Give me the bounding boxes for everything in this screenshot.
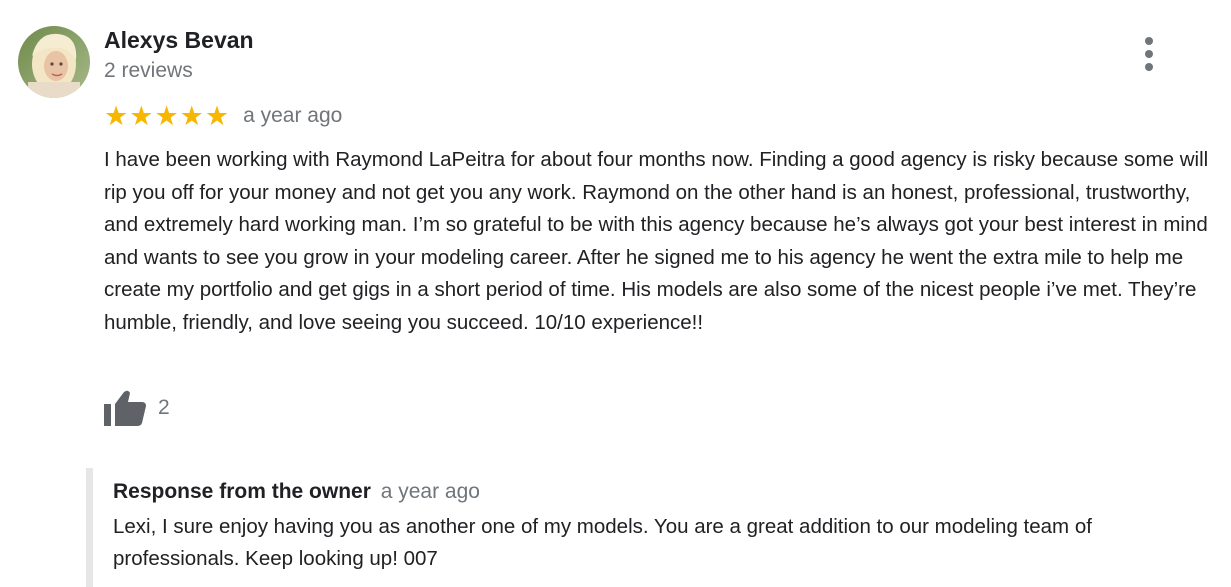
star-icon: ★ — [154, 100, 179, 132]
more-options-button[interactable] — [1132, 34, 1166, 74]
review-text: I have been working with Raymond LaPeitr… — [104, 148, 1209, 334]
star-icon: ★ — [204, 100, 230, 132]
like-count: 2 — [158, 396, 170, 419]
review-age: a year ago — [243, 104, 343, 127]
reviewer-name[interactable]: Alexys Bevan — [104, 27, 254, 54]
star-icon: ★ — [129, 100, 154, 132]
avatar[interactable] — [18, 26, 90, 98]
reviewer-review-count[interactable]: 2 reviews — [104, 59, 193, 83]
star-icon: ★ — [179, 100, 204, 132]
star-rating: ★ ★ ★ ★ ★ — [104, 103, 229, 130]
thumbs-up-icon — [104, 390, 146, 426]
reviewer-photo — [18, 26, 90, 98]
owner-response-header: Response from the owner a year ago — [113, 480, 480, 504]
star-icon: ★ — [104, 100, 129, 132]
owner-response-label: Response from the owner — [113, 480, 371, 503]
more-vert-icon — [1145, 37, 1153, 45]
owner-response-age: a year ago — [380, 480, 480, 503]
owner-response: Response from the owner a year ago Lexi,… — [86, 468, 1186, 587]
rating-row: ★ ★ ★ ★ ★ a year ago — [104, 101, 342, 131]
like-button[interactable]: 2 — [104, 390, 170, 426]
owner-response-text: Lexi, I sure enjoy having you as another… — [113, 515, 1092, 570]
